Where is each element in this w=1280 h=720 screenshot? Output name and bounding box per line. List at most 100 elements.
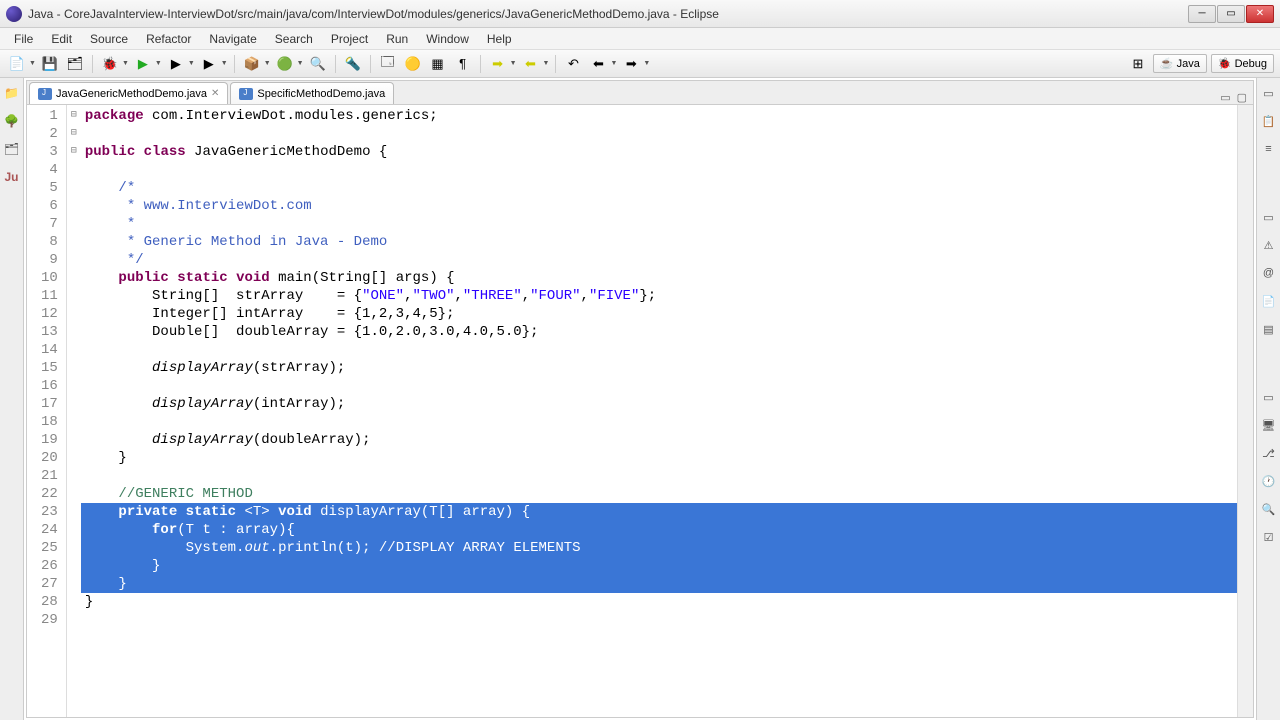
code-line[interactable]: //GENERIC METHOD [81, 485, 1237, 503]
code-line[interactable]: displayArray(intArray); [81, 395, 1237, 413]
last-edit-icon[interactable]: ↶ [562, 53, 584, 75]
code-line[interactable]: } [81, 575, 1237, 593]
toggle-breadcrumb-icon[interactable]: 🗔 [377, 53, 399, 75]
console-icon[interactable]: ▤ [1260, 320, 1278, 338]
menu-source[interactable]: Source [82, 30, 136, 48]
junit-icon[interactable]: Ju [3, 168, 21, 186]
editor-tab[interactable]: SpecificMethodDemo.java [230, 82, 394, 104]
menu-project[interactable]: Project [323, 30, 376, 48]
code-line[interactable] [81, 467, 1237, 485]
minimize-button[interactable]: ─ [1188, 5, 1216, 23]
close-button[interactable]: ✕ [1246, 5, 1274, 23]
java-perspective[interactable]: ☕Java [1153, 54, 1207, 73]
restore-icon[interactable]: ▭ [1260, 84, 1278, 102]
hierarchy-icon[interactable]: 🌳 [3, 112, 21, 130]
java-file-icon [239, 88, 253, 100]
code-line[interactable]: package com.InterviewDot.modules.generic… [81, 107, 1237, 125]
code-line[interactable]: Double[] doubleArray = {1.0,2.0,3.0,4.0,… [81, 323, 1237, 341]
save-icon[interactable]: 💾 [39, 53, 61, 75]
code-line[interactable]: */ [81, 251, 1237, 269]
menu-window[interactable]: Window [418, 30, 477, 48]
code-line[interactable]: displayArray(strArray); [81, 359, 1237, 377]
code-line[interactable]: * [81, 215, 1237, 233]
fold-gutter[interactable]: ⊟⊟⊟ [67, 105, 81, 717]
code-line[interactable]: public class JavaGenericMethodDemo { [81, 143, 1237, 161]
menu-help[interactable]: Help [479, 30, 520, 48]
code-line[interactable]: String[] strArray = {"ONE","TWO","THREE"… [81, 287, 1237, 305]
javadoc-icon[interactable]: @ [1260, 264, 1278, 282]
maximize-button[interactable]: ▭ [1217, 5, 1245, 23]
vertical-scrollbar[interactable] [1237, 105, 1253, 717]
restore2-icon[interactable]: ▭ [1260, 208, 1278, 226]
window-controls: ─ ▭ ✕ [1188, 5, 1274, 23]
minimize-view-icon[interactable]: ▭ [1220, 91, 1230, 104]
code-line[interactable]: public static void main(String[] args) { [81, 269, 1237, 287]
open-perspective-icon[interactable]: ⊞ [1127, 53, 1149, 75]
code-line[interactable] [81, 377, 1237, 395]
code-line[interactable]: displayArray(doubleArray); [81, 431, 1237, 449]
new-type-icon[interactable]: 🟢 [274, 53, 296, 75]
git-icon[interactable]: ⎇ [1260, 444, 1278, 462]
code-editor[interactable]: 1234567891011121314151617181920212223242… [27, 105, 1253, 717]
show-whitespace-icon[interactable]: ¶ [452, 53, 474, 75]
code-line[interactable]: * www.InterviewDot.com [81, 197, 1237, 215]
problems-icon[interactable]: ⚠ [1260, 236, 1278, 254]
code-content[interactable]: package com.InterviewDot.modules.generic… [81, 105, 1237, 717]
open-type-icon[interactable]: 🔍 [307, 53, 329, 75]
titlebar: Java - CoreJavaInterview-InterviewDot/sr… [0, 0, 1280, 28]
code-line[interactable] [81, 611, 1237, 629]
tasks-icon[interactable]: ☑ [1260, 528, 1278, 546]
code-line[interactable]: * Generic Method in Java - Demo [81, 233, 1237, 251]
code-line[interactable] [81, 341, 1237, 359]
code-line[interactable] [81, 413, 1237, 431]
servers-icon[interactable]: 🖥 [1260, 416, 1278, 434]
close-tab-icon[interactable]: ✕ [211, 88, 219, 99]
new-icon[interactable]: 📄 [6, 53, 28, 75]
menu-search[interactable]: Search [267, 30, 321, 48]
block-selection-icon[interactable]: ▦ [427, 53, 449, 75]
forward-icon[interactable]: ➡ [620, 53, 642, 75]
menu-file[interactable]: File [6, 30, 41, 48]
code-line[interactable]: } [81, 449, 1237, 467]
menu-run[interactable]: Run [378, 30, 416, 48]
editor-tab[interactable]: JavaGenericMethodDemo.java✕ [29, 82, 228, 104]
debug-perspective[interactable]: 🐞Debug [1211, 54, 1274, 73]
code-line[interactable]: /* [81, 179, 1237, 197]
save-all-icon[interactable]: 🗂 [64, 53, 86, 75]
left-trim: 📁 🌳 🗂 Ju [0, 78, 24, 720]
code-line[interactable]: } [81, 557, 1237, 575]
search-view-icon[interactable]: 🔍 [1260, 500, 1278, 518]
declaration-icon[interactable]: 📄 [1260, 292, 1278, 310]
mark-occurrences-icon[interactable]: 🟡 [402, 53, 424, 75]
code-line[interactable]: private static <T> void displayArray(T[]… [81, 503, 1237, 521]
task-list-icon[interactable]: 📋 [1260, 112, 1278, 130]
menu-edit[interactable]: Edit [43, 30, 80, 48]
package-explorer-icon[interactable]: 📁 [3, 84, 21, 102]
menu-refactor[interactable]: Refactor [138, 30, 199, 48]
editor-tabs: JavaGenericMethodDemo.java✕SpecificMetho… [27, 81, 1253, 105]
code-line[interactable] [81, 125, 1237, 143]
run-icon[interactable]: ▶ [132, 53, 154, 75]
external-tools-icon[interactable]: ▶ [198, 53, 220, 75]
debug-icon[interactable]: 🐞 [99, 53, 121, 75]
right-trim: ▭ 📋 ≡ ▭ ⚠ @ 📄 ▤ ▭ 🖥 ⎇ 🕐 🔍 ☑ [1256, 78, 1280, 720]
search-icon[interactable]: 🔦 [342, 53, 364, 75]
navigator-icon[interactable]: 🗂 [3, 140, 21, 158]
history-icon[interactable]: 🕐 [1260, 472, 1278, 490]
coverage-icon[interactable]: ▶ [165, 53, 187, 75]
code-line[interactable]: Integer[] intArray = {1,2,3,4,5}; [81, 305, 1237, 323]
line-gutter: 1234567891011121314151617181920212223242… [27, 105, 67, 717]
code-line[interactable]: } [81, 593, 1237, 611]
code-line[interactable] [81, 161, 1237, 179]
outline-icon[interactable]: ≡ [1260, 140, 1278, 158]
next-annotation-icon[interactable]: ➡ [487, 53, 509, 75]
code-line[interactable]: for(T t : array){ [81, 521, 1237, 539]
prev-annotation-icon[interactable]: ⬅ [520, 53, 542, 75]
back-icon[interactable]: ⬅ [587, 53, 609, 75]
code-line[interactable]: System.out.println(t); //DISPLAY ARRAY E… [81, 539, 1237, 557]
maximize-view-icon[interactable]: ▢ [1237, 91, 1247, 104]
new-package-icon[interactable]: 📦 [241, 53, 263, 75]
menu-navigate[interactable]: Navigate [201, 30, 264, 48]
window-title: Java - CoreJavaInterview-InterviewDot/sr… [28, 7, 1188, 21]
restore3-icon[interactable]: ▭ [1260, 388, 1278, 406]
